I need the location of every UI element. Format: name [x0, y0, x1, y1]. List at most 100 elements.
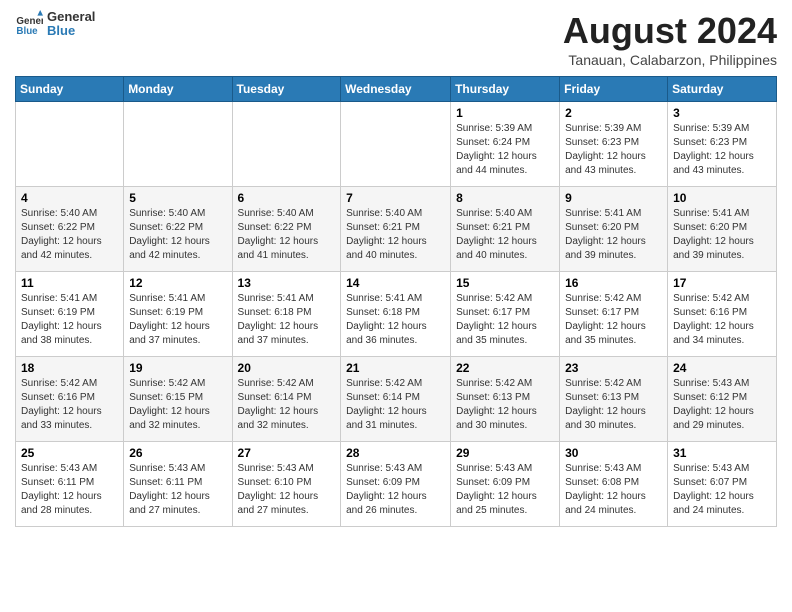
day-cell: 16 Sunrise: 5:42 AMSunset: 6:17 PMDayligh… — [560, 272, 668, 357]
day-cell: 6Sunrise: 5:40 AMSunset: 6:22 PMDaylight… — [232, 187, 341, 272]
day-info: Sunrise: 5:41 AMSunset: 6:18 PMDaylight:… — [346, 292, 445, 348]
logo-blue: Blue — [47, 24, 95, 38]
day-number: 11 — [21, 276, 118, 290]
day-number: 28 — [346, 446, 445, 460]
day-number: 10 — [673, 191, 771, 205]
day-number: 24 — [673, 361, 771, 375]
day-info: Sunrise: 5:43 AMSunset: 6:10 PMDaylight:… — [238, 462, 336, 518]
day-number: 9 — [565, 191, 662, 205]
title-section: August 2024 Tanauan, Calabarzon, Philipp… — [563, 10, 777, 68]
day-cell: 13 Sunrise: 5:41 AMSunset: 6:18 PMDayligh… — [232, 272, 341, 357]
main-title: August 2024 — [563, 10, 777, 52]
logo-text: General Blue — [47, 10, 95, 39]
svg-text:Blue: Blue — [16, 26, 38, 37]
calendar-body: 1Sunrise: 5:39 AMSunset: 6:24 PMDaylight… — [16, 102, 777, 527]
day-cell: 18Sunrise: 5:42 AMSunset: 6:16 PMDayligh… — [16, 357, 124, 442]
day-info: Sunrise: 5:39 AMSunset: 6:23 PMDaylight:… — [565, 122, 662, 178]
day-number: 21 — [346, 361, 445, 375]
logo: General Blue General Blue — [15, 10, 95, 39]
day-info: Sunrise: 5:40 AMSunset: 6:21 PMDaylight:… — [346, 207, 445, 263]
subtitle: Tanauan, Calabarzon, Philippines — [563, 52, 777, 68]
day-info: Sunrise: 5:43 AMSunset: 6:08 PMDaylight:… — [565, 462, 662, 518]
day-info: Sunrise: 5:40 AMSunset: 6:22 PMDaylight:… — [238, 207, 336, 263]
day-cell: 2 Sunrise: 5:39 AMSunset: 6:23 PMDaylight… — [560, 102, 668, 187]
day-cell: 7 Sunrise: 5:40 AMSunset: 6:21 PMDaylight… — [341, 187, 451, 272]
day-cell: 29 Sunrise: 5:43 AMSunset: 6:09 PMDayligh… — [451, 442, 560, 527]
day-info: Sunrise: 5:40 AMSunset: 6:22 PMDaylight:… — [129, 207, 226, 263]
day-cell: 28Sunrise: 5:43 AMSunset: 6:09 PMDayligh… — [341, 442, 451, 527]
day-info: Sunrise: 5:43 AMSunset: 6:11 PMDaylight:… — [129, 462, 226, 518]
day-cell: 19 Sunrise: 5:42 AMSunset: 6:15 PMDayligh… — [124, 357, 232, 442]
day-cell — [232, 102, 341, 187]
day-info: Sunrise: 5:42 AMSunset: 6:16 PMDaylight:… — [673, 292, 771, 348]
day-info: Sunrise: 5:42 AMSunset: 6:15 PMDaylight:… — [129, 377, 226, 433]
day-cell: 23Sunrise: 5:42 AMSunset: 6:13 PMDayligh… — [560, 357, 668, 442]
day-number: 25 — [21, 446, 118, 460]
day-number: 30 — [565, 446, 662, 460]
header: General Blue General Blue August 2024 Ta… — [15, 10, 777, 68]
day-cell — [124, 102, 232, 187]
logo-icon: General Blue — [15, 10, 43, 38]
day-cell: 17 Sunrise: 5:42 AMSunset: 6:16 PMDayligh… — [668, 272, 777, 357]
day-number: 1 — [456, 106, 554, 120]
day-number: 31 — [673, 446, 771, 460]
day-number: 13 — [238, 276, 336, 290]
day-cell: 31 Sunrise: 5:43 AMSunset: 6:07 PMDayligh… — [668, 442, 777, 527]
day-number: 22 — [456, 361, 554, 375]
day-info: Sunrise: 5:41 AMSunset: 6:19 PMDaylight:… — [21, 292, 118, 348]
day-info: Sunrise: 5:43 AMSunset: 6:07 PMDaylight:… — [673, 462, 771, 518]
calendar-table: SundayMondayTuesdayWednesdayThursdayFrid… — [15, 76, 777, 527]
week-row-5: 25 Sunrise: 5:43 AMSunset: 6:11 PMDayligh… — [16, 442, 777, 527]
header-row: SundayMondayTuesdayWednesdayThursdayFrid… — [16, 77, 777, 102]
day-cell — [16, 102, 124, 187]
day-number: 3 — [673, 106, 771, 120]
day-cell: 10Sunrise: 5:41 AMSunset: 6:20 PMDayligh… — [668, 187, 777, 272]
day-cell: 22Sunrise: 5:42 AMSunset: 6:13 PMDayligh… — [451, 357, 560, 442]
day-number: 19 — [129, 361, 226, 375]
header-day-friday: Friday — [560, 77, 668, 102]
day-info: Sunrise: 5:43 AMSunset: 6:11 PMDaylight:… — [21, 462, 118, 518]
day-number: 29 — [456, 446, 554, 460]
day-cell: 21Sunrise: 5:42 AMSunset: 6:14 PMDayligh… — [341, 357, 451, 442]
day-number: 27 — [238, 446, 336, 460]
header-day-tuesday: Tuesday — [232, 77, 341, 102]
day-info: Sunrise: 5:41 AMSunset: 6:20 PMDaylight:… — [565, 207, 662, 263]
day-number: 8 — [456, 191, 554, 205]
day-number: 14 — [346, 276, 445, 290]
day-number: 20 — [238, 361, 336, 375]
header-day-saturday: Saturday — [668, 77, 777, 102]
week-row-1: 1Sunrise: 5:39 AMSunset: 6:24 PMDaylight… — [16, 102, 777, 187]
day-number: 17 — [673, 276, 771, 290]
day-info: Sunrise: 5:41 AMSunset: 6:19 PMDaylight:… — [129, 292, 226, 348]
day-number: 7 — [346, 191, 445, 205]
day-cell: 4Sunrise: 5:40 AMSunset: 6:22 PMDaylight… — [16, 187, 124, 272]
week-row-4: 18Sunrise: 5:42 AMSunset: 6:16 PMDayligh… — [16, 357, 777, 442]
header-day-thursday: Thursday — [451, 77, 560, 102]
day-info: Sunrise: 5:39 AMSunset: 6:23 PMDaylight:… — [673, 122, 771, 178]
day-number: 5 — [129, 191, 226, 205]
day-info: Sunrise: 5:42 AMSunset: 6:13 PMDaylight:… — [565, 377, 662, 433]
day-cell: 15Sunrise: 5:42 AMSunset: 6:17 PMDayligh… — [451, 272, 560, 357]
day-info: Sunrise: 5:43 AMSunset: 6:12 PMDaylight:… — [673, 377, 771, 433]
week-row-2: 4Sunrise: 5:40 AMSunset: 6:22 PMDaylight… — [16, 187, 777, 272]
day-number: 15 — [456, 276, 554, 290]
day-cell: 24 Sunrise: 5:43 AMSunset: 6:12 PMDayligh… — [668, 357, 777, 442]
day-info: Sunrise: 5:41 AMSunset: 6:18 PMDaylight:… — [238, 292, 336, 348]
day-number: 18 — [21, 361, 118, 375]
day-number: 16 — [565, 276, 662, 290]
logo-general: General — [47, 10, 95, 24]
day-cell: 8Sunrise: 5:40 AMSunset: 6:21 PMDaylight… — [451, 187, 560, 272]
day-info: Sunrise: 5:43 AMSunset: 6:09 PMDaylight:… — [456, 462, 554, 518]
day-cell: 5 Sunrise: 5:40 AMSunset: 6:22 PMDaylight… — [124, 187, 232, 272]
day-cell: 14 Sunrise: 5:41 AMSunset: 6:18 PMDayligh… — [341, 272, 451, 357]
day-number: 26 — [129, 446, 226, 460]
day-cell: 9 Sunrise: 5:41 AMSunset: 6:20 PMDaylight… — [560, 187, 668, 272]
day-cell: 3 Sunrise: 5:39 AMSunset: 6:23 PMDaylight… — [668, 102, 777, 187]
day-number: 2 — [565, 106, 662, 120]
day-cell: 12Sunrise: 5:41 AMSunset: 6:19 PMDayligh… — [124, 272, 232, 357]
day-cell: 11 Sunrise: 5:41 AMSunset: 6:19 PMDayligh… — [16, 272, 124, 357]
day-cell: 27 Sunrise: 5:43 AMSunset: 6:10 PMDayligh… — [232, 442, 341, 527]
day-info: Sunrise: 5:42 AMSunset: 6:17 PMDaylight:… — [565, 292, 662, 348]
day-info: Sunrise: 5:40 AMSunset: 6:22 PMDaylight:… — [21, 207, 118, 263]
header-day-sunday: Sunday — [16, 77, 124, 102]
